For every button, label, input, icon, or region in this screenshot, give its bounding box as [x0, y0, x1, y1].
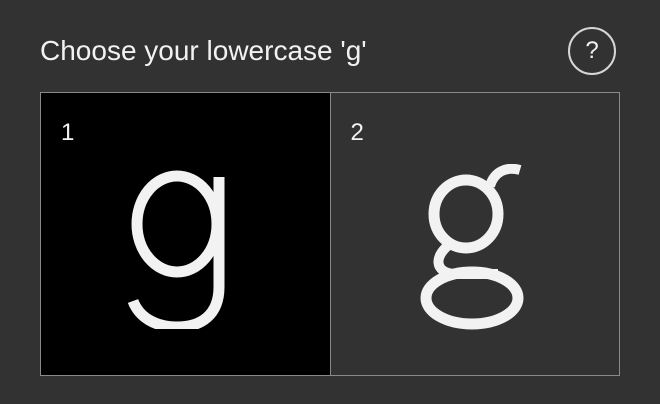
double-storey-g-icon — [420, 164, 524, 330]
glyph-option-1[interactable]: 1 — [41, 93, 330, 375]
panel-title: Choose your lowercase 'g' — [40, 35, 367, 66]
glyph-option-2[interactable]: 2 — [329, 93, 620, 375]
single-storey-g-icon — [128, 170, 225, 329]
help-button[interactable]: ? — [568, 27, 616, 75]
question-mark-icon: ? — [585, 37, 599, 64]
glyph-options: 1 2 — [40, 92, 620, 376]
glyph-chooser-panel: Choose your lowercase 'g' ? 1 2 — [0, 0, 660, 404]
glyph-single-storey-g — [41, 123, 330, 375]
glyph-double-storey-g — [331, 123, 620, 375]
